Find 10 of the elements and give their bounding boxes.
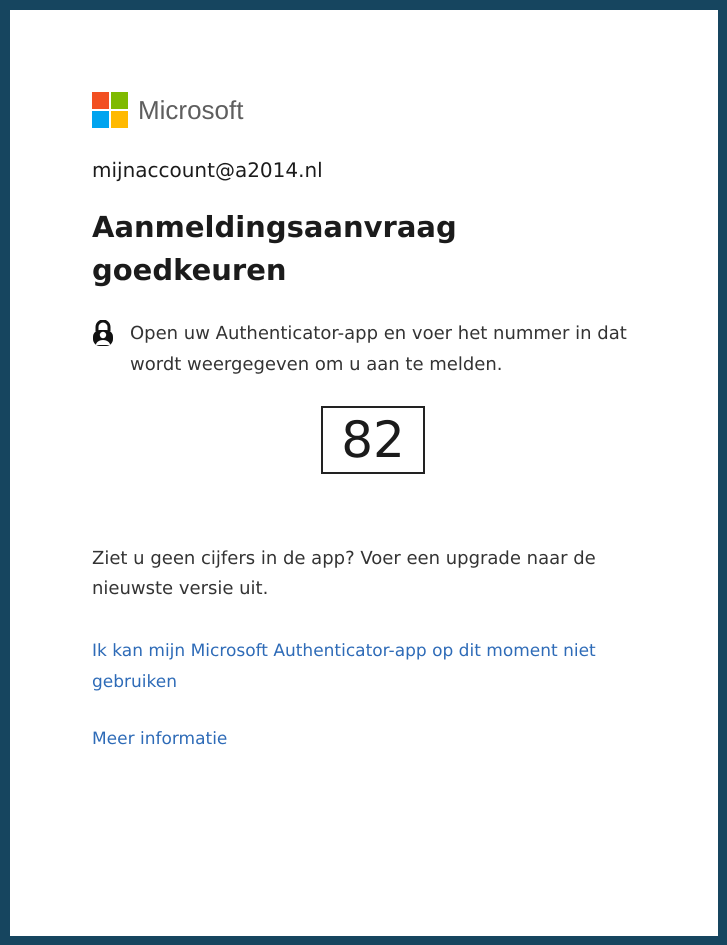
instruction-text: Open uw Authenticator-app en voer het nummer in dat wordt weergegeven om u aan te melden.: [130, 322, 628, 377]
help-link[interactable]: Meer informatie: [92, 724, 658, 755]
brand-name: Microsoft: [138, 94, 244, 126]
lock-icon: [92, 320, 114, 347]
upgrade-hint: Ziet u geen cijfers in de app? Voer een upgrade naar de nieuwste versie uit.: [92, 547, 597, 601]
help-link[interactable]: Ik kan mijn Microsoft Authenticator-app op dit moment niet gebruiken: [92, 636, 658, 698]
page-title: Aanmeldingsaanvraag goedkeuren: [92, 209, 458, 289]
account-email: mijnaccount@a2014.nl: [92, 158, 324, 182]
four-squares-logo-icon: [92, 92, 128, 128]
verification-number: 82: [321, 406, 425, 474]
